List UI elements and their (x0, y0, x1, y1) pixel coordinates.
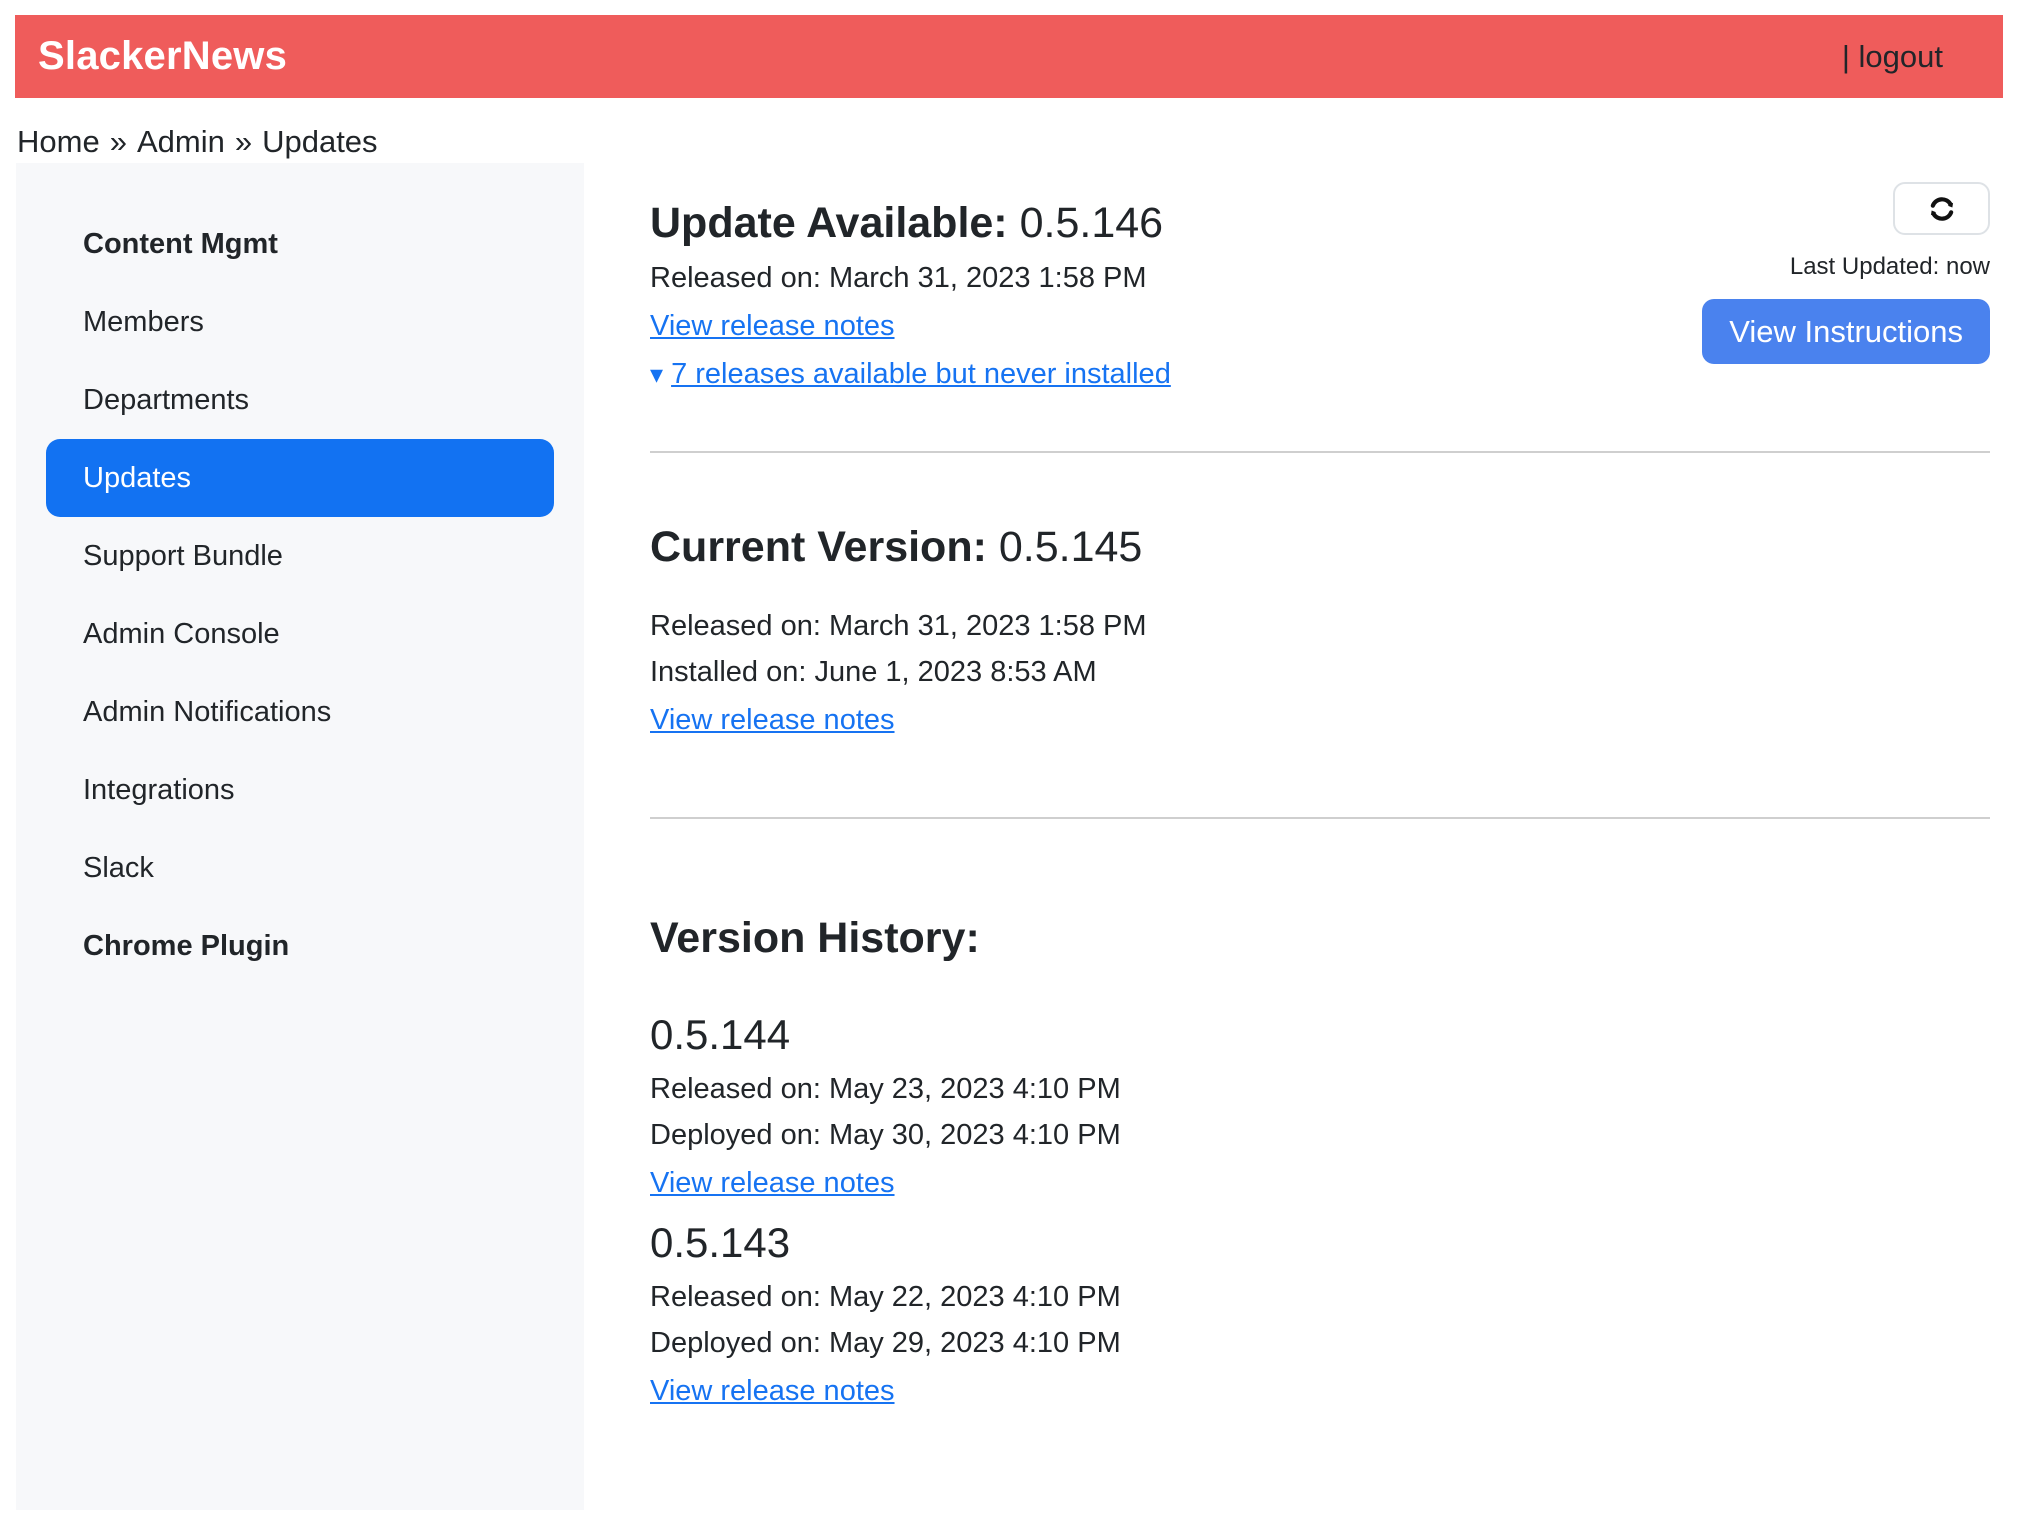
sidebar-item-departments[interactable]: Departments (46, 361, 554, 439)
history-deployed-on-text: Deployed on: May 30, 2023 4:10 PM (650, 1118, 1990, 1152)
current-version-label: Current Version: (650, 523, 987, 571)
history-released-on-text: Released on: May 22, 2023 4:10 PM (650, 1280, 1990, 1314)
sidebar-item-content-mgmt[interactable]: Content Mgmt (46, 205, 554, 283)
history-version-number: 0.5.143 (650, 1218, 1990, 1268)
divider (650, 451, 1990, 453)
history-version-number: 0.5.144 (650, 1010, 1990, 1060)
history-deployed-on-text: Deployed on: May 29, 2023 4:10 PM (650, 1326, 1990, 1360)
history-view-release-notes-link[interactable]: View release notes (650, 1374, 895, 1408)
current-version-heading: Current Version: 0.5.145 (650, 521, 1990, 573)
last-updated-text: Last Updated: now (1790, 253, 1990, 281)
history-released-on-text: Released on: May 23, 2023 4:10 PM (650, 1072, 1990, 1106)
sidebar-item-members[interactable]: Members (46, 283, 554, 361)
main-content: Update Available: 0.5.146 Released on: M… (584, 163, 2028, 1510)
breadcrumb: Home»Admin»Updates (17, 128, 2028, 155)
current-version-number: 0.5.145 (999, 523, 1142, 571)
update-available-section: Update Available: 0.5.146 Released on: M… (650, 197, 1990, 391)
current-released-on-text: Released on: March 31, 2023 1:58 PM (650, 609, 1990, 643)
update-actions: Last Updated: now View Instructions (1702, 182, 1990, 364)
sidebar-item-admin-console[interactable]: Admin Console (46, 595, 554, 673)
update-view-release-notes-link[interactable]: View release notes (650, 309, 895, 343)
update-available-label: Update Available: (650, 199, 1008, 247)
refresh-icon (1924, 191, 1960, 227)
sidebar: Content Mgmt Members Departments Updates… (16, 163, 584, 1510)
update-available-info: Update Available: 0.5.146 Released on: M… (650, 197, 1171, 391)
sidebar-item-integrations[interactable]: Integrations (46, 751, 554, 829)
update-released-on-text: Released on: March 31, 2023 1:58 PM (650, 261, 1171, 295)
divider (650, 817, 1990, 819)
releases-toggle-row: ▾7 releases available but never installe… (650, 357, 1171, 391)
version-history-entry: 0.5.144 Released on: May 23, 2023 4:10 P… (650, 1010, 1990, 1200)
version-history-entry: 0.5.143 Released on: May 22, 2023 4:10 P… (650, 1218, 1990, 1408)
breadcrumb-current: Updates (262, 124, 377, 159)
current-version-section: Current Version: 0.5.145 Released on: Ma… (650, 521, 1990, 737)
breadcrumb-home[interactable]: Home (17, 124, 100, 159)
logout-link[interactable]: | logout (1842, 39, 1943, 75)
sidebar-item-chrome-plugin[interactable]: Chrome Plugin (46, 907, 554, 985)
content-layout: Content Mgmt Members Departments Updates… (16, 163, 2028, 1510)
current-installed-on-text: Installed on: June 1, 2023 8:53 AM (650, 655, 1990, 689)
update-available-version: 0.5.146 (1020, 199, 1163, 247)
version-history-heading: Version History: (650, 912, 1990, 964)
breadcrumb-separator: » (235, 124, 252, 159)
releases-toggle-link[interactable]: ▾7 releases available but never installe… (650, 358, 1171, 390)
sidebar-item-support-bundle[interactable]: Support Bundle (46, 517, 554, 595)
breadcrumb-admin[interactable]: Admin (137, 124, 225, 159)
current-view-release-notes-link[interactable]: View release notes (650, 703, 895, 737)
sidebar-item-updates[interactable]: Updates (46, 439, 554, 517)
breadcrumb-separator: » (110, 124, 127, 159)
releases-toggle-label: 7 releases available but never installed (671, 358, 1171, 390)
caret-down-icon: ▾ (650, 357, 663, 391)
refresh-button[interactable] (1893, 182, 1990, 235)
page: SlackerNews | logout Home»Admin»Updates … (0, 15, 2028, 1525)
top-navbar: SlackerNews | logout (15, 15, 2003, 98)
sidebar-item-admin-notifications[interactable]: Admin Notifications (46, 673, 554, 751)
sidebar-item-slack[interactable]: Slack (46, 829, 554, 907)
update-available-heading: Update Available: 0.5.146 (650, 197, 1171, 249)
version-history-section: Version History: 0.5.144 Released on: Ma… (650, 912, 1990, 1408)
brand-logo[interactable]: SlackerNews (38, 34, 287, 79)
view-instructions-button[interactable]: View Instructions (1702, 299, 1990, 364)
history-view-release-notes-link[interactable]: View release notes (650, 1166, 895, 1200)
